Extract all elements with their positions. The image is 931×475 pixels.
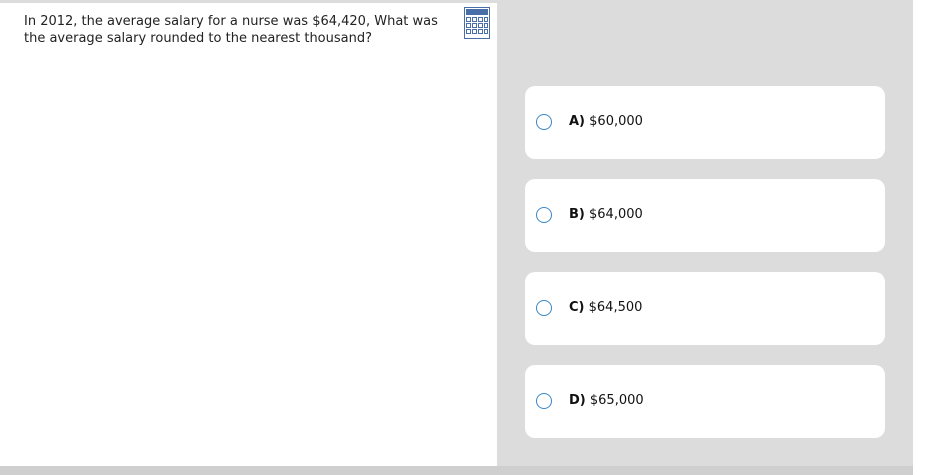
choice-letter: A) [569, 114, 586, 129]
calculator-icon [464, 7, 490, 39]
choice-label: A) $60,000 [569, 113, 643, 130]
radio-button[interactable] [536, 393, 552, 409]
choice-letter: C) [569, 300, 585, 315]
radio-button[interactable] [536, 300, 552, 316]
choice-letter: D) [569, 393, 586, 408]
right-margin [913, 0, 931, 475]
answers-panel: A) $60,000 B) $64,000 C) $64,500 D) $65,… [497, 3, 913, 466]
question-panel: In 2012, the average salary for a nurse … [0, 3, 497, 466]
radio-button[interactable] [536, 207, 552, 223]
choice-a[interactable]: A) $60,000 [525, 86, 885, 159]
choice-label: D) $65,000 [569, 392, 644, 409]
bottom-divider [0, 466, 913, 475]
radio-button[interactable] [536, 114, 552, 130]
choice-c[interactable]: C) $64,500 [525, 272, 885, 345]
choice-value: $60,000 [589, 114, 643, 129]
choice-value: $64,500 [588, 300, 643, 315]
question-text: In 2012, the average salary for a nurse … [24, 14, 438, 46]
choice-letter: B) [569, 207, 585, 222]
choice-value: $65,000 [589, 393, 644, 408]
choice-d[interactable]: D) $65,000 [525, 365, 885, 438]
choice-b[interactable]: B) $64,000 [525, 179, 885, 252]
calculator-button[interactable] [464, 7, 490, 39]
quiz-frame: In 2012, the average salary for a nurse … [0, 0, 913, 475]
choice-value: $64,000 [589, 207, 643, 222]
choice-label: C) $64,500 [569, 299, 642, 316]
choice-label: B) $64,000 [569, 206, 643, 223]
